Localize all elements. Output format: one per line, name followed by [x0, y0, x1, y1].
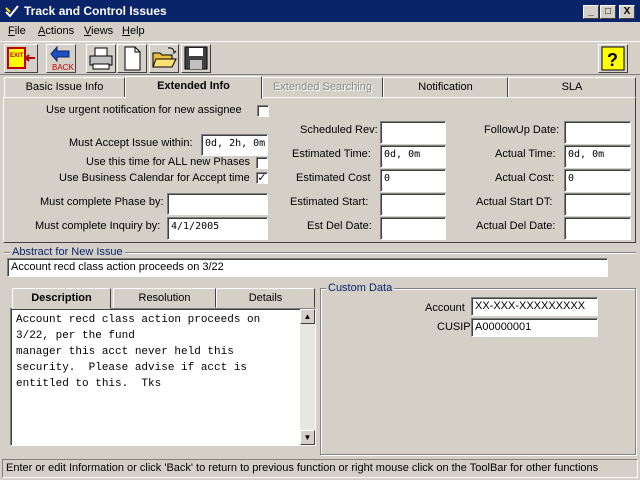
estimated-start-label: Estimated Start: — [290, 196, 369, 208]
estimated-cost-label: Estimated Cost — [296, 172, 371, 184]
tab-sla[interactable]: SLA — [508, 77, 636, 98]
help-question-icon: ? — [601, 46, 625, 71]
subtab-description[interactable]: Description — [12, 288, 111, 309]
tab-extended-info[interactable]: Extended Info — [125, 76, 262, 99]
description-text: Account recd class action proceeds on 3/… — [16, 314, 261, 390]
svg-text:EXIT: EXIT — [10, 53, 24, 59]
actual-cost-label: Actual Cost: — [495, 172, 555, 184]
estimated-start-field[interactable] — [380, 193, 446, 216]
cusip-field[interactable]: A00000001 — [471, 318, 598, 337]
new-document-icon — [124, 46, 141, 71]
phase-by-field[interactable] — [167, 193, 268, 215]
title-bar: Track and Control Issues _ □ X — [0, 0, 640, 22]
menu-help[interactable]: Help — [122, 25, 145, 37]
inquiry-by-label: Must complete Inquiry by: — [35, 220, 161, 232]
phase-by-label: Must complete Phase by: — [40, 196, 164, 208]
exit-button[interactable]: EXIT — [4, 44, 38, 73]
inquiry-by-field[interactable]: 4/1/2005 — [167, 217, 268, 240]
status-bar: Enter or edit Information or click 'Back… — [2, 459, 638, 478]
est-del-date-field[interactable] — [380, 217, 446, 240]
actual-cost-field[interactable]: 0 — [564, 169, 631, 192]
urgent-notification-checkbox[interactable] — [257, 105, 269, 117]
close-button[interactable]: X — [619, 5, 635, 19]
menu-file[interactable]: File — [8, 25, 26, 37]
urgent-notification-label: Use urgent notification for new assignee — [46, 104, 242, 116]
est-del-date-label: Est Del Date: — [307, 220, 372, 232]
actual-time-field[interactable]: 0d, 0m — [564, 145, 631, 168]
open-folder-button[interactable] — [149, 44, 179, 73]
description-scrollbar[interactable]: ▲ ▼ — [300, 309, 315, 445]
followup-date-label: FollowUp Date: — [484, 124, 560, 136]
minimize-button[interactable]: _ — [583, 5, 599, 19]
print-button[interactable] — [86, 44, 116, 73]
svg-text:?: ? — [607, 50, 618, 70]
printer-icon — [89, 47, 113, 70]
scheduled-rev-label: Scheduled Rev: — [300, 124, 378, 136]
abstract-field[interactable]: Account recd class action proceeds on 3/… — [7, 258, 608, 277]
followup-date-field[interactable] — [564, 121, 631, 144]
description-textarea[interactable]: Account recd class action proceeds on 3/… — [10, 308, 316, 446]
open-folder-icon — [152, 47, 177, 68]
business-calendar-checkbox[interactable]: ✓ — [256, 172, 268, 184]
subtab-resolution[interactable]: Resolution — [113, 288, 216, 308]
custom-data-title: Custom Data — [326, 282, 395, 294]
estimated-time-field[interactable]: 0d, 0m — [380, 145, 446, 168]
actual-time-label: Actual Time: — [495, 148, 556, 160]
menu-actions[interactable]: Actions — [38, 25, 74, 37]
scroll-up-icon[interactable]: ▲ — [300, 309, 315, 324]
scheduled-rev-field[interactable] — [380, 121, 446, 144]
back-arrow-icon: BACK — [50, 45, 74, 72]
business-calendar-label: Use Business Calendar for Accept time — [59, 172, 250, 184]
abstract-group-title: Abstract for New Issue — [10, 246, 125, 258]
tab-extended-searching: Extended Searching — [262, 77, 383, 98]
exit-icon: EXIT — [7, 47, 35, 69]
floppy-disk-icon — [184, 46, 208, 70]
subtab-details[interactable]: Details — [216, 288, 315, 308]
tab-basic-issue-info[interactable]: Basic Issue Info — [4, 77, 125, 98]
tab-notification[interactable]: Notification — [383, 77, 508, 98]
toolbar: EXIT BACK ? — [0, 41, 640, 75]
svg-text:BACK: BACK — [52, 63, 74, 72]
scroll-down-icon[interactable]: ▼ — [300, 430, 315, 445]
use-time-checkbox[interactable] — [256, 157, 268, 169]
window-title: Track and Control Issues — [24, 4, 167, 18]
actual-start-field[interactable] — [564, 193, 631, 216]
help-button[interactable]: ? — [598, 44, 628, 73]
maximize-button[interactable]: □ — [600, 5, 616, 19]
must-accept-field[interactable]: 0d, 2h, 0m — [201, 134, 268, 156]
estimated-time-label: Estimated Time: — [292, 148, 371, 160]
use-time-label: Use this time for ALL new Phases — [86, 156, 251, 168]
actual-start-label: Actual Start DT: — [476, 196, 553, 208]
account-label: Account — [425, 302, 465, 314]
menu-views[interactable]: Views — [84, 25, 113, 37]
new-document-button[interactable] — [117, 44, 147, 73]
save-button[interactable] — [181, 44, 211, 73]
must-accept-label: Must Accept Issue within: — [69, 137, 193, 149]
estimated-cost-field[interactable]: 0 — [380, 169, 446, 192]
actual-del-date-label: Actual Del Date: — [476, 220, 556, 232]
account-field[interactable]: XX-XXX-XXXXXXXXX — [471, 297, 598, 316]
actual-del-date-field[interactable] — [564, 217, 631, 240]
back-button[interactable]: BACK — [46, 44, 76, 73]
app-icon — [5, 5, 19, 18]
menu-bar: File Actions Views Help — [0, 22, 640, 41]
cusip-label: CUSIP — [437, 321, 471, 333]
